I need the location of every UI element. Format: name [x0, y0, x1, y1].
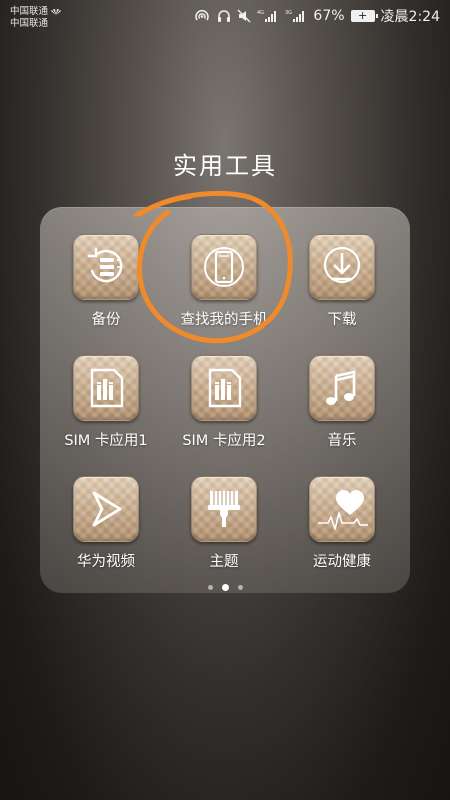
- hotspot-icon: [193, 9, 211, 23]
- app-themes[interactable]: 主题: [165, 476, 283, 571]
- carrier-info: 中国联通 中国联通: [10, 6, 62, 30]
- mute-icon: [237, 9, 251, 23]
- app-label: 主题: [209, 554, 239, 570]
- app-backup[interactable]: 备份: [47, 234, 165, 329]
- app-find-my-phone[interactable]: 查找我的手机: [165, 234, 283, 329]
- app-folder: 备份 查找我的手机 下载 SIM 卡应用1 SIM 卡应用2 音乐 华为视频 主…: [40, 207, 410, 593]
- app-sim-toolkit-1[interactable]: SIM 卡应用1: [47, 355, 165, 450]
- app-sim-toolkit-2[interactable]: SIM 卡应用2: [165, 355, 283, 450]
- app-label: 备份: [91, 312, 121, 328]
- app-label: SIM 卡应用2: [182, 433, 266, 449]
- folder-title[interactable]: 实用工具: [0, 146, 450, 181]
- app-icon-tile[interactable]: [309, 234, 375, 300]
- network-1-label: 4G: [257, 10, 264, 16]
- sim-card-icon: [90, 368, 124, 408]
- find-phone-icon: [204, 247, 244, 287]
- app-label: 查找我的手机: [180, 312, 268, 328]
- status-icons: 4G 3G 67% + 凌晨2:24: [193, 6, 440, 26]
- app-label: SIM 卡应用1: [64, 433, 148, 449]
- status-bar: 中国联通 中国联通 4G 3G 67% + 凌晨2:24: [0, 0, 450, 34]
- download-icon: [323, 246, 361, 284]
- music-note-icon: [326, 370, 356, 405]
- app-grid: 备份 查找我的手机 下载 SIM 卡应用1 SIM 卡应用2 音乐 华为视频 主…: [40, 207, 410, 593]
- app-huawei-video[interactable]: 华为视频: [47, 476, 165, 571]
- battery-percent: 67%: [313, 8, 345, 24]
- app-icon-tile[interactable]: [73, 234, 139, 300]
- app-label: 华为视频: [77, 554, 135, 570]
- carrier-2-label: 中国联通: [10, 18, 49, 29]
- carrier-1-label: 中国联通: [10, 6, 49, 17]
- signal-1-icon: 4G: [257, 9, 279, 23]
- app-icon-tile[interactable]: [191, 234, 257, 300]
- heart-pulse-icon: [318, 490, 368, 530]
- huawei-logo-icon: [51, 9, 62, 15]
- paint-brush-icon: [208, 491, 240, 527]
- app-icon-tile[interactable]: [191, 355, 257, 421]
- app-icon-tile[interactable]: [309, 355, 375, 421]
- network-2-label: 3G: [285, 10, 292, 16]
- page-dot-active[interactable]: [221, 584, 229, 591]
- signal-2-icon: 3G: [285, 9, 307, 23]
- app-download[interactable]: 下载: [283, 234, 401, 329]
- app-icon-tile[interactable]: [73, 355, 139, 421]
- app-label: 音乐: [327, 433, 357, 449]
- app-music[interactable]: 音乐: [283, 355, 401, 450]
- clock: 凌晨2:24: [380, 9, 440, 25]
- app-health[interactable]: 运动健康: [283, 476, 401, 571]
- battery-charging-icon: +: [350, 10, 378, 22]
- backup-icon: [87, 247, 123, 283]
- app-label: 运动健康: [313, 554, 371, 570]
- page-dot[interactable]: [237, 585, 243, 590]
- app-label: 下载: [327, 312, 357, 328]
- app-icon-tile[interactable]: [191, 476, 257, 542]
- page-dot[interactable]: [207, 585, 213, 590]
- page-indicator: [40, 584, 410, 591]
- app-icon-tile[interactable]: [309, 476, 375, 542]
- video-play-icon: [92, 491, 122, 527]
- app-icon-tile[interactable]: [73, 476, 139, 542]
- sim-card-icon: [208, 368, 242, 408]
- headphones-icon: [217, 9, 231, 23]
